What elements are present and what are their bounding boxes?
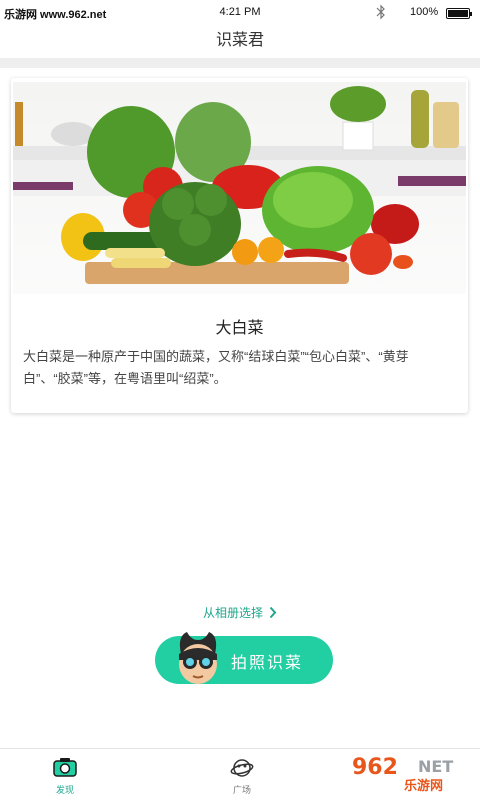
tab-plaza[interactable]: 广场 xyxy=(192,749,292,800)
album-link-label: 从相册选择 xyxy=(202,606,263,620)
tab-discover[interactable]: 发现 xyxy=(15,749,115,800)
status-time: 4:21 PM xyxy=(219,6,261,18)
page-title: 识菜君 xyxy=(215,32,264,49)
header-divider xyxy=(0,58,480,68)
result-card: 大白菜 大白菜是一种原产于中国的蔬菜，又称“结球白菜”“包心白菜”、“黄芽白”、… xyxy=(11,78,468,413)
camera-icon xyxy=(53,757,77,782)
logo-net-text: NET xyxy=(418,757,453,776)
bluetooth-icon xyxy=(376,4,386,23)
watermark-logo: 962 NET 乐游网 xyxy=(344,746,476,796)
tab-plaza-label: 广场 xyxy=(232,785,251,795)
battery-icon xyxy=(446,8,472,19)
vegetable-description: 大白菜是一种原产于中国的蔬菜，又称“结球白菜”“包心白菜”、“黄芽白”、“胶菜”… xyxy=(23,349,409,386)
logo-cn-text: 乐游网 xyxy=(404,778,443,794)
battery-percent: 100% xyxy=(410,6,439,18)
mascot-icon xyxy=(173,632,223,686)
planet-icon xyxy=(230,757,254,784)
take-photo-label: 拍照识菜 xyxy=(231,655,304,672)
chevron-right-icon xyxy=(269,606,277,622)
vegetable-name: 大白菜 xyxy=(215,320,264,337)
status-bar: 乐游网 www.962.net 4:21 PM 100% xyxy=(0,0,480,24)
take-photo-button[interactable]: 拍照识菜 xyxy=(155,632,333,684)
vegetable-image xyxy=(13,82,466,294)
logo-962-text: 962 xyxy=(352,755,398,780)
tab-discover-label: 发现 xyxy=(55,785,74,795)
choose-from-album-link[interactable]: 从相册选择 xyxy=(0,604,480,622)
